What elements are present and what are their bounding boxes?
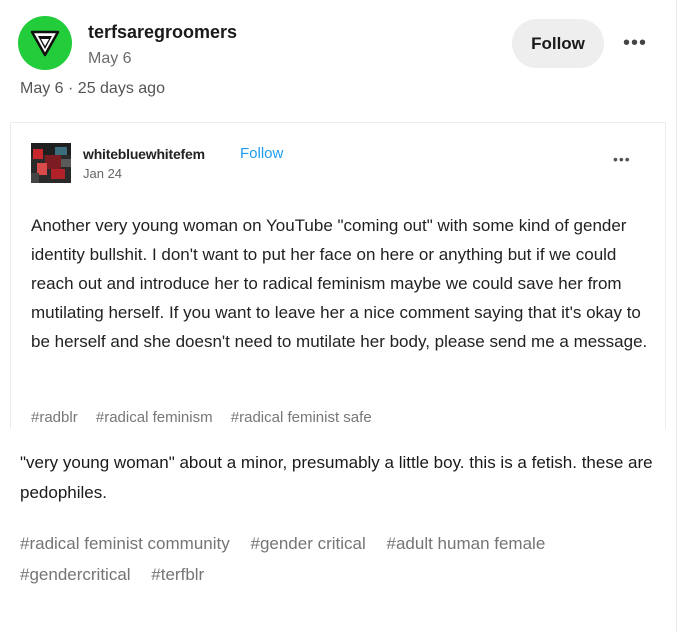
embedded-more-icon: ••• (613, 151, 631, 167)
post-card: terfsaregroomers May 6 Follow ••• May 6 … (0, 0, 677, 632)
more-options-button[interactable]: ••• (620, 30, 650, 56)
tag-link[interactable]: #gendercritical (20, 565, 131, 584)
embedded-post-text: Another very young woman on YouTube "com… (31, 216, 648, 351)
profile-picture-icon (31, 143, 71, 183)
post-author-username[interactable]: terfsaregroomers (88, 22, 237, 43)
embedded-username: whitebluewhitefem (83, 146, 205, 162)
embedded-avatar (31, 143, 71, 183)
embedded-post-screenshot: whitebluewhitefem Follow Jan 24 ••• Anot… (10, 122, 666, 429)
user-avatar[interactable] (18, 16, 72, 70)
embedded-tag: #radblr (31, 409, 78, 426)
funnel-icon (30, 30, 60, 57)
tag-link[interactable]: #gender critical (250, 534, 365, 553)
follow-button[interactable]: Follow (512, 19, 604, 68)
embedded-tags: #radblr #radical feminism #radical femin… (31, 409, 386, 426)
embedded-follow-link: Follow (240, 145, 284, 162)
post-meta: May 6 · 25 days ago (20, 80, 165, 97)
embedded-date: Jan 24 (83, 166, 123, 181)
post-date: May 6 (88, 50, 132, 67)
tag-link[interactable]: #radical feminist community (20, 534, 230, 553)
embedded-tag: #radical feminist safe (230, 409, 372, 426)
embedded-tag: #radical feminism (95, 409, 213, 426)
post-tags: #radical feminist community #gender crit… (20, 528, 670, 590)
tag-link[interactable]: #terfblr (151, 565, 204, 584)
post-caption: "very young woman" about a minor, presum… (20, 453, 653, 502)
tag-link[interactable]: #adult human female (387, 534, 546, 553)
